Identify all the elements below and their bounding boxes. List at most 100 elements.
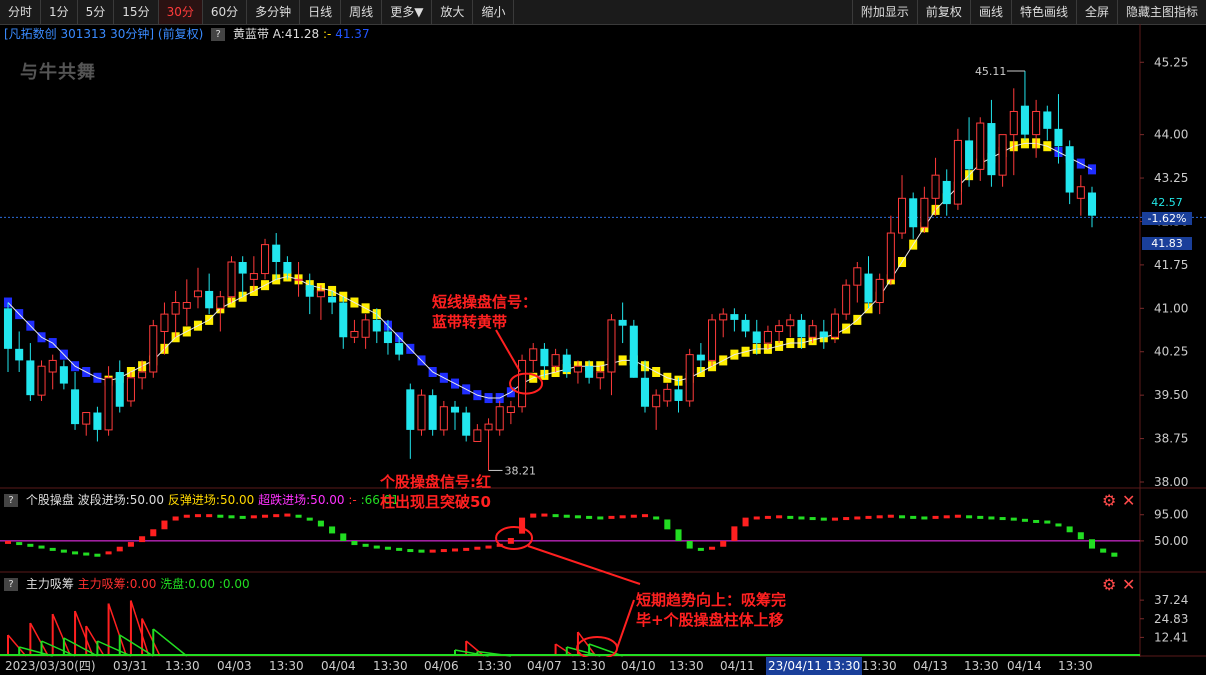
- ind2-tick-label: 24.83: [1154, 612, 1188, 626]
- ind1-bar: [854, 516, 861, 520]
- ind1-bar: [351, 541, 358, 546]
- band-price-tag: 41.83: [1142, 237, 1192, 250]
- ind1-bar: [183, 514, 190, 518]
- ind1-bar: [27, 543, 34, 547]
- ind1-bar: [753, 516, 760, 520]
- ind2-name[interactable]: 主力吸筹: [26, 577, 74, 591]
- signal-arrow: [495, 329, 521, 373]
- candle-body: [819, 331, 828, 338]
- candle-body: [82, 412, 91, 425]
- ind2-param-3: :0.00: [218, 577, 250, 591]
- ind1-bar: [630, 514, 637, 518]
- toolbar-left-group: 分时 1分 5分 15分 30分 60分 多分钟 日线 周线 更多▼ 放大 缩小: [0, 0, 515, 24]
- toolbar-special-button[interactable]: 特色画线: [1010, 0, 1076, 24]
- ind1-bar: [440, 549, 447, 553]
- ind1-bar: [1021, 518, 1028, 522]
- candle-body: [719, 313, 728, 321]
- date-label: 23/04/11 13:30: [766, 657, 863, 675]
- date-label: 13:30: [477, 659, 512, 673]
- candle-body: [238, 262, 247, 274]
- candle-body: [1009, 110, 1018, 136]
- annotation-trend-line1: 短期趋势向上：吸筹完: [636, 591, 787, 609]
- candle-body: [361, 319, 370, 338]
- ind1-bar: [966, 515, 973, 519]
- chart-canvas[interactable]: 45.2544.0043.2542.5041.7541.0040.2539.50…: [0, 24, 1206, 657]
- candle-body: [652, 394, 661, 408]
- ind1-bar: [988, 516, 995, 520]
- toolbar-extra-button[interactable]: 附加显示: [851, 0, 917, 24]
- candle-body: [439, 406, 448, 431]
- candle-body: [383, 331, 392, 344]
- ind2-param-1: 主力吸筹:0.00: [77, 577, 157, 591]
- candle-body: [909, 198, 918, 228]
- toolbar-fenshi-button[interactable]: 分时: [0, 0, 42, 24]
- ind1-bar: [1066, 526, 1073, 533]
- toolbar-1m-button[interactable]: 1分: [41, 0, 78, 24]
- candle-body: [808, 325, 817, 338]
- y-tick-label: 38.00: [1154, 475, 1188, 489]
- candle-body: [48, 359, 57, 373]
- toolbar-zoomin-button[interactable]: 放大: [432, 0, 474, 24]
- ind1-name[interactable]: 个股操盘: [26, 493, 74, 507]
- ind1-bar: [809, 517, 816, 521]
- ind1-settings-gear-icon[interactable]: ⚙: [1102, 493, 1116, 509]
- date-label: 13:30: [964, 659, 999, 673]
- toolbar-fullscreen-button[interactable]: 全屏: [1075, 0, 1117, 24]
- candle-body: [305, 285, 314, 297]
- toolbar-30m-button[interactable]: 30分: [158, 0, 203, 24]
- ind2-red-decay: [107, 603, 128, 657]
- candle-body: [618, 319, 627, 326]
- ind1-bar: [865, 515, 872, 519]
- candle-body: [316, 290, 325, 298]
- candle-body: [741, 319, 750, 332]
- ind1-bar: [664, 519, 671, 530]
- ind1-close-icon[interactable]: ✕: [1122, 493, 1135, 509]
- candle-body: [3, 308, 13, 349]
- ind1-bar: [38, 545, 45, 549]
- toolbar-more-button[interactable]: 更多▼: [382, 0, 433, 24]
- toolbar-hide-button[interactable]: 隐藏主图指标: [1116, 0, 1206, 24]
- ind1-help-icon[interactable]: ?: [4, 494, 18, 507]
- ind1-bar: [407, 549, 414, 553]
- ind1-bar: [418, 549, 425, 553]
- date-label: 04/11: [720, 659, 755, 673]
- ind2-settings-gear-icon[interactable]: ⚙: [1102, 577, 1116, 593]
- ind1-bar: [329, 526, 336, 534]
- annotation-short-signal: 短线操盘信号： 蓝带转黄带: [432, 292, 537, 332]
- annotation-stock-signal-line1: 个股操盘信号:红: [380, 473, 491, 491]
- toolbar-multi-button[interactable]: 多分钟: [247, 0, 301, 24]
- candle-body: [708, 319, 717, 361]
- candle-body: [674, 389, 683, 401]
- candle-body: [450, 406, 460, 413]
- ind2-close-icon[interactable]: ✕: [1122, 577, 1135, 593]
- ind1-bar: [776, 515, 783, 519]
- ind1-bar: [608, 515, 615, 519]
- ind1-bar: [16, 542, 23, 546]
- candle-body: [551, 354, 560, 367]
- ind1-bar: [977, 515, 984, 519]
- ind1-bar: [619, 515, 626, 519]
- toolbar-prerestore-button[interactable]: 前复权: [916, 0, 970, 24]
- candle-body: [37, 365, 46, 396]
- toolbar-day-button[interactable]: 日线: [300, 0, 342, 24]
- ind1-bar: [384, 546, 391, 550]
- candle-body: [931, 174, 940, 199]
- toolbar-zoomout-button[interactable]: 缩小: [473, 0, 515, 24]
- y-tick-label: 40.25: [1154, 345, 1188, 359]
- date-label: 13:30: [165, 659, 200, 673]
- ind1-bar: [876, 515, 883, 519]
- ind1-bar: [295, 514, 302, 518]
- candle-body: [864, 273, 873, 303]
- date-label: 13:30: [571, 659, 606, 673]
- ind1-bar: [586, 515, 593, 519]
- toolbar-60m-button[interactable]: 60分: [203, 0, 248, 24]
- ind2-help-icon[interactable]: ?: [4, 578, 18, 591]
- toolbar-15m-button[interactable]: 15分: [114, 0, 159, 24]
- candle-body: [138, 371, 147, 379]
- annotation-short-signal-line2: 蓝带转黄带: [432, 313, 508, 331]
- toolbar-draw-button[interactable]: 画线: [969, 0, 1011, 24]
- toolbar-5m-button[interactable]: 5分: [78, 0, 115, 24]
- candle-body: [518, 359, 527, 408]
- candle-body: [965, 140, 974, 170]
- toolbar-week-button[interactable]: 周线: [341, 0, 383, 24]
